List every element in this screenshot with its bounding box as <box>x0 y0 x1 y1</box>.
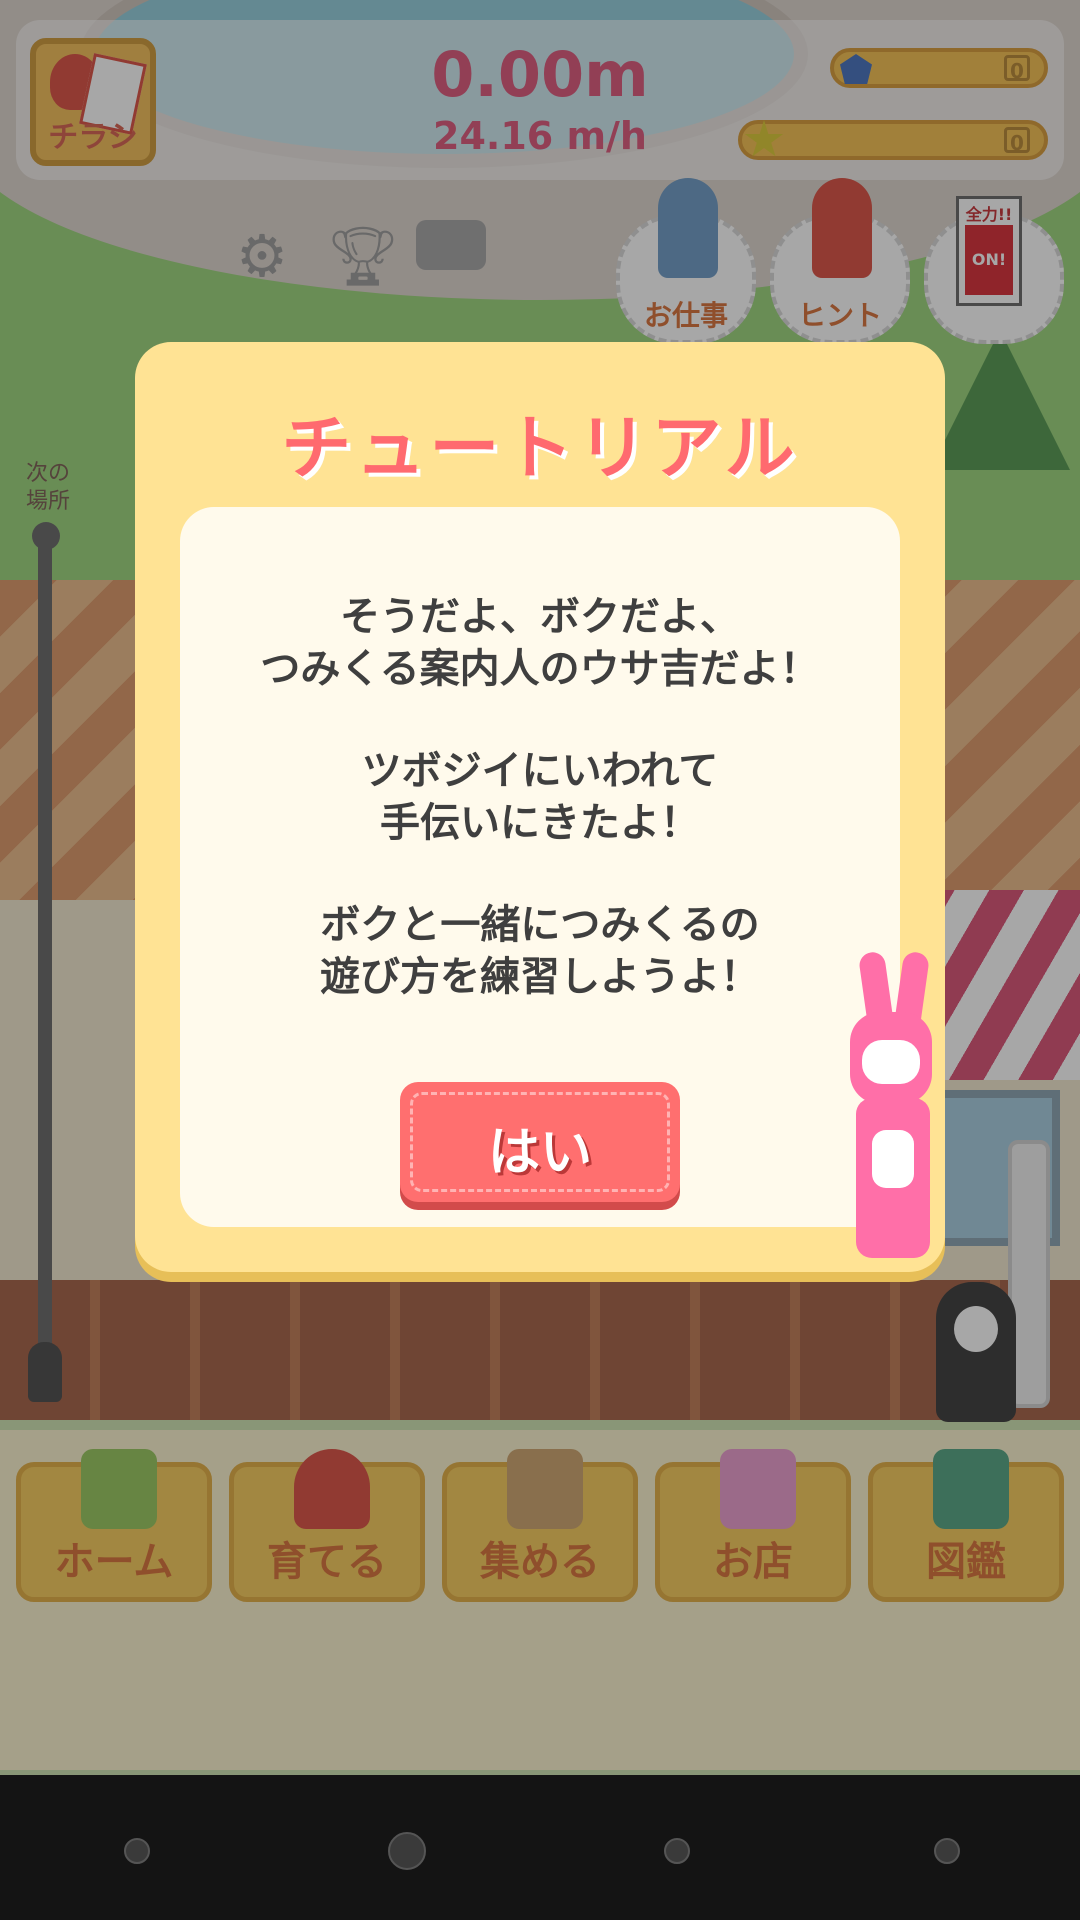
rabbit-face <box>862 1040 920 1084</box>
message-line-6: 遊び方を練習しようよ！ <box>320 954 760 1000</box>
rabbit-belly <box>872 1130 914 1188</box>
message-line-4: 手伝いにきたよ！ <box>380 800 700 846</box>
system-recent-icon[interactable] <box>664 1838 690 1864</box>
system-nav-bar <box>0 1775 1080 1920</box>
message-line-3: ツボジイにいわれて <box>361 748 719 794</box>
system-home-icon[interactable] <box>388 1832 426 1870</box>
yes-button[interactable]: はい <box>400 1082 680 1202</box>
yes-button-label: はい <box>487 1123 592 1183</box>
message-line-5: ボクと一緒につみくるの <box>320 902 760 948</box>
message-line-2: つみくる案内人のウサ吉だよ！ <box>260 646 820 692</box>
rabbit-guide-head <box>850 1012 932 1104</box>
system-back-icon[interactable] <box>934 1838 960 1864</box>
system-menu-icon[interactable] <box>124 1838 150 1864</box>
dialog-title: チュートリアル <box>281 407 799 489</box>
rabbit-guide-body <box>856 1098 930 1258</box>
message-line-1: そうだよ、ボクだよ、 <box>340 594 740 640</box>
tutorial-dialog: チュートリアル そうだよ、ボクだよ、 つみくる案内人のウサ吉だよ！ ツボジイにい… <box>135 342 945 1272</box>
